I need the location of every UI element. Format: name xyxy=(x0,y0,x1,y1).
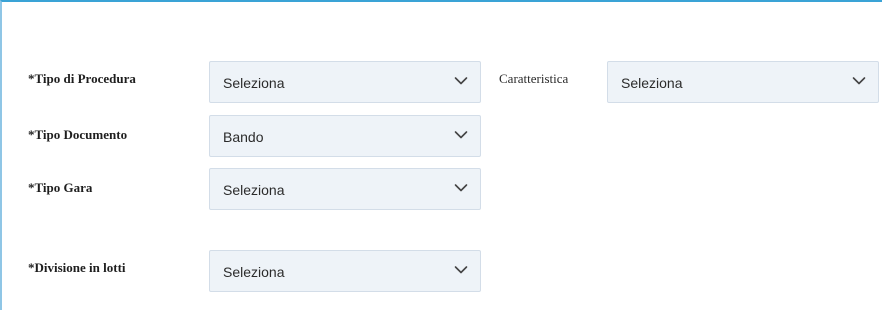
tipo-procedura-select[interactable]: Seleziona xyxy=(209,61,481,103)
divisione-lotti-select[interactable]: Seleziona xyxy=(209,250,481,292)
caratteristica-label: Caratteristica xyxy=(499,71,569,86)
divisione-lotti-label: *Divisione in lotti xyxy=(28,260,126,275)
tipo-documento-value: Bando xyxy=(223,129,264,145)
tipo-gara-label: *Tipo Gara xyxy=(28,180,93,195)
chevron-down-icon xyxy=(454,183,468,193)
divisione-lotti-value: Seleziona xyxy=(223,264,285,280)
caratteristica-value: Seleziona xyxy=(621,75,683,91)
chevron-down-icon xyxy=(454,265,468,275)
chevron-down-icon xyxy=(454,130,468,140)
tipo-gara-select[interactable]: Seleziona xyxy=(209,168,481,210)
tipo-documento-label: *Tipo Documento xyxy=(28,127,128,142)
caratteristica-select[interactable]: Seleziona xyxy=(607,61,879,103)
tipo-procedura-label: *Tipo di Procedura xyxy=(28,71,136,86)
chevron-down-icon xyxy=(852,76,866,86)
tipo-documento-select[interactable]: Bando xyxy=(209,115,481,157)
tipo-gara-value: Seleziona xyxy=(223,182,285,198)
form-panel: *Tipo di Procedura Seleziona Caratterist… xyxy=(0,0,882,310)
tipo-procedura-value: Seleziona xyxy=(223,75,285,91)
chevron-down-icon xyxy=(454,76,468,86)
